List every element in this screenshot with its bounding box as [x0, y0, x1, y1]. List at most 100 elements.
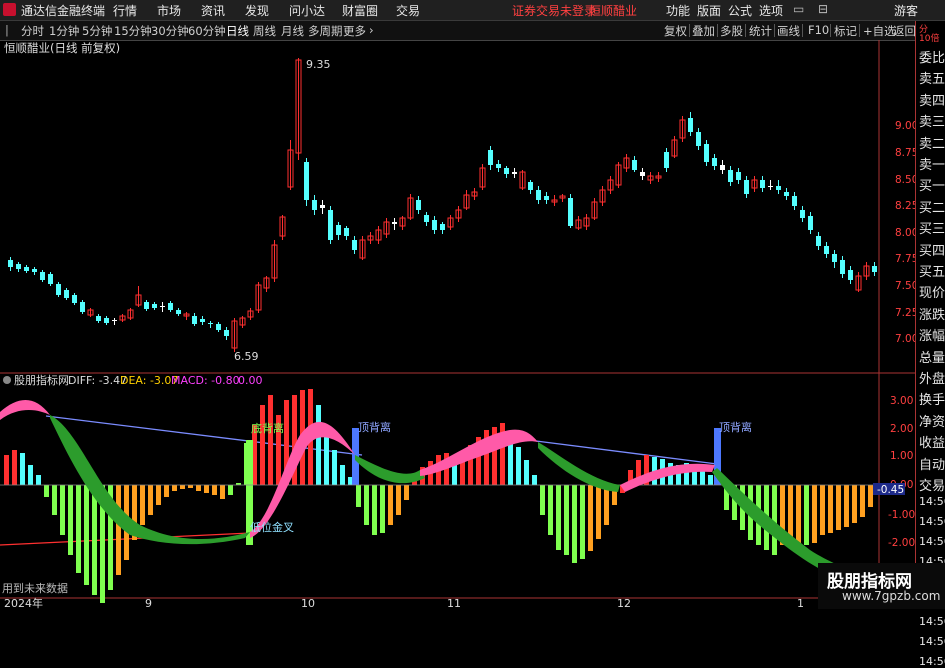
quote-panel-item: 外盘 — [919, 372, 945, 387]
tool-diejia[interactable]: 叠加 — [692, 23, 715, 39]
quote-panel-item: 交易 — [919, 479, 945, 494]
quote-panel-item: 净资 — [919, 414, 945, 430]
macd-bar — [92, 485, 97, 595]
macd-bar — [36, 475, 41, 485]
macd-bar — [356, 485, 361, 507]
candle-body — [32, 269, 37, 272]
price-tick: 8.75 — [895, 147, 915, 159]
candle-body — [536, 190, 541, 200]
period-5min[interactable]: 5分钟 — [82, 23, 112, 39]
period-1min[interactable]: 1分钟 — [49, 23, 79, 39]
guest-link[interactable]: 游客 — [894, 2, 918, 19]
tool-tongji[interactable]: 统计 — [749, 23, 772, 39]
title-bar: 通达信金融终端 行情 市场 资讯 发现 问小达 财富圈 交易 证券交易未登录 恒… — [0, 0, 945, 21]
macd-bar — [260, 405, 265, 485]
menu-jiaoyi[interactable]: 交易 — [396, 2, 420, 19]
period-15min[interactable]: 15分钟 — [114, 23, 152, 39]
window-icon[interactable]: ⊟ — [818, 2, 828, 16]
current-value: -0.45 — [877, 484, 904, 496]
period-daily[interactable]: 日线 — [226, 23, 249, 39]
quote-panel-item: 卖五 — [919, 72, 945, 88]
price-tick: 7.25 — [895, 307, 915, 319]
macd-bar — [332, 450, 337, 485]
login-notice[interactable]: 证券交易未登录 — [512, 2, 596, 19]
low-price-label: 6.59 — [234, 350, 259, 363]
macd-bar — [796, 485, 801, 543]
period-monthly[interactable]: 月线 — [281, 23, 304, 39]
macd-bar — [84, 485, 89, 585]
bottom-divergence-label: 底背离 — [251, 421, 284, 435]
macd-bar — [212, 485, 217, 495]
macd-bar — [12, 450, 17, 485]
menu-shichang[interactable]: 市场 — [157, 2, 181, 19]
candle-body — [96, 316, 101, 321]
quote-panel-item: 收益 — [919, 436, 945, 452]
candle-body — [712, 158, 717, 166]
macd-bar — [76, 485, 81, 573]
tool-f10[interactable]: F10 — [808, 23, 829, 37]
candle-body — [816, 236, 821, 246]
price-axis: 9.00 8.75 8.50 8.25 8.00 7.75 7.50 7.25 … — [895, 120, 915, 345]
macd-bar — [804, 485, 809, 545]
menu-gongneng[interactable]: 功能 — [666, 2, 690, 19]
tool-biaoji[interactable]: 标记 — [834, 23, 857, 39]
quote-panel-item: 14:56 — [919, 615, 945, 628]
candle-body — [16, 264, 21, 269]
candle-body — [104, 318, 109, 323]
period-more[interactable]: 更多 — [343, 23, 366, 39]
macd-bar — [4, 455, 9, 485]
macd-tick: 2.00 — [890, 423, 913, 435]
chart-title: 恒顺醋业(日线 前复权) — [4, 41, 120, 55]
minimize-icon[interactable]: ▭ — [793, 2, 804, 16]
candle-body — [112, 320, 117, 321]
menu-xuanxiang[interactable]: 选项 — [759, 2, 783, 19]
menu-wenxiaoda[interactable]: 问小达 — [289, 2, 325, 19]
menu-zixun[interactable]: 资讯 — [201, 2, 225, 19]
period-30min[interactable]: 30分钟 — [151, 23, 189, 39]
quote-panel-item: 14:56 — [919, 655, 945, 668]
menu-hangqing[interactable]: 行情 — [113, 2, 137, 19]
quote-panel-item: 卖三 — [919, 115, 945, 131]
macd-bar — [324, 430, 329, 485]
macd-bar — [548, 485, 553, 535]
candle-body — [200, 319, 205, 322]
tool-huaxian[interactable]: 画线 — [777, 23, 800, 39]
macd-bar — [588, 485, 593, 551]
period-multi[interactable]: 多周期 — [308, 23, 343, 39]
menu-gongshi[interactable]: 公式 — [728, 2, 752, 19]
macd-bar — [220, 485, 225, 499]
candle-body — [792, 196, 797, 206]
menu-banmian[interactable]: 版面 — [697, 2, 721, 19]
candle-body — [144, 302, 149, 309]
macd-bar — [820, 485, 825, 535]
chevron-right-icon[interactable]: › — [369, 23, 374, 37]
tool-fuquan[interactable]: 复权 — [664, 23, 687, 39]
candle-body — [808, 216, 813, 230]
tool-add-watchlist[interactable]: +自选 — [863, 23, 896, 39]
candle-body — [528, 182, 533, 190]
price-tick: 8.50 — [895, 174, 915, 186]
quote-panel-item: 买三 — [919, 222, 945, 238]
macd-bar — [164, 485, 169, 497]
period-60min[interactable]: 60分钟 — [188, 23, 226, 39]
macd-bar — [540, 485, 545, 515]
period-fenshi[interactable]: 分时 — [21, 23, 44, 39]
macd-bar — [516, 447, 521, 485]
price-tick: 7.00 — [895, 333, 915, 345]
candle-body — [568, 198, 573, 226]
candle-body — [720, 165, 725, 170]
menu-caifuquan[interactable]: 财富圈 — [342, 2, 378, 19]
macd-bar — [188, 485, 193, 488]
panel-top-label: 10倍 — [919, 34, 940, 44]
period-weekly[interactable]: 周线 — [253, 23, 276, 39]
tool-duogu[interactable]: 多股 — [720, 23, 743, 39]
price-tick: 9.00 — [895, 120, 915, 132]
quote-panel-item: 委比 — [919, 51, 945, 66]
candle-body — [80, 302, 85, 312]
macd-bar — [580, 485, 585, 559]
kline-chart[interactable]: 恒顺醋业(日线 前复权) 9.35 6.59 9.00 8.75 8.50 8.… — [0, 40, 915, 609]
macd-bar — [788, 485, 793, 540]
candle-body — [208, 323, 213, 324]
menu-faxian[interactable]: 发现 — [245, 2, 269, 19]
tool-back[interactable]: 返回 — [893, 23, 916, 39]
